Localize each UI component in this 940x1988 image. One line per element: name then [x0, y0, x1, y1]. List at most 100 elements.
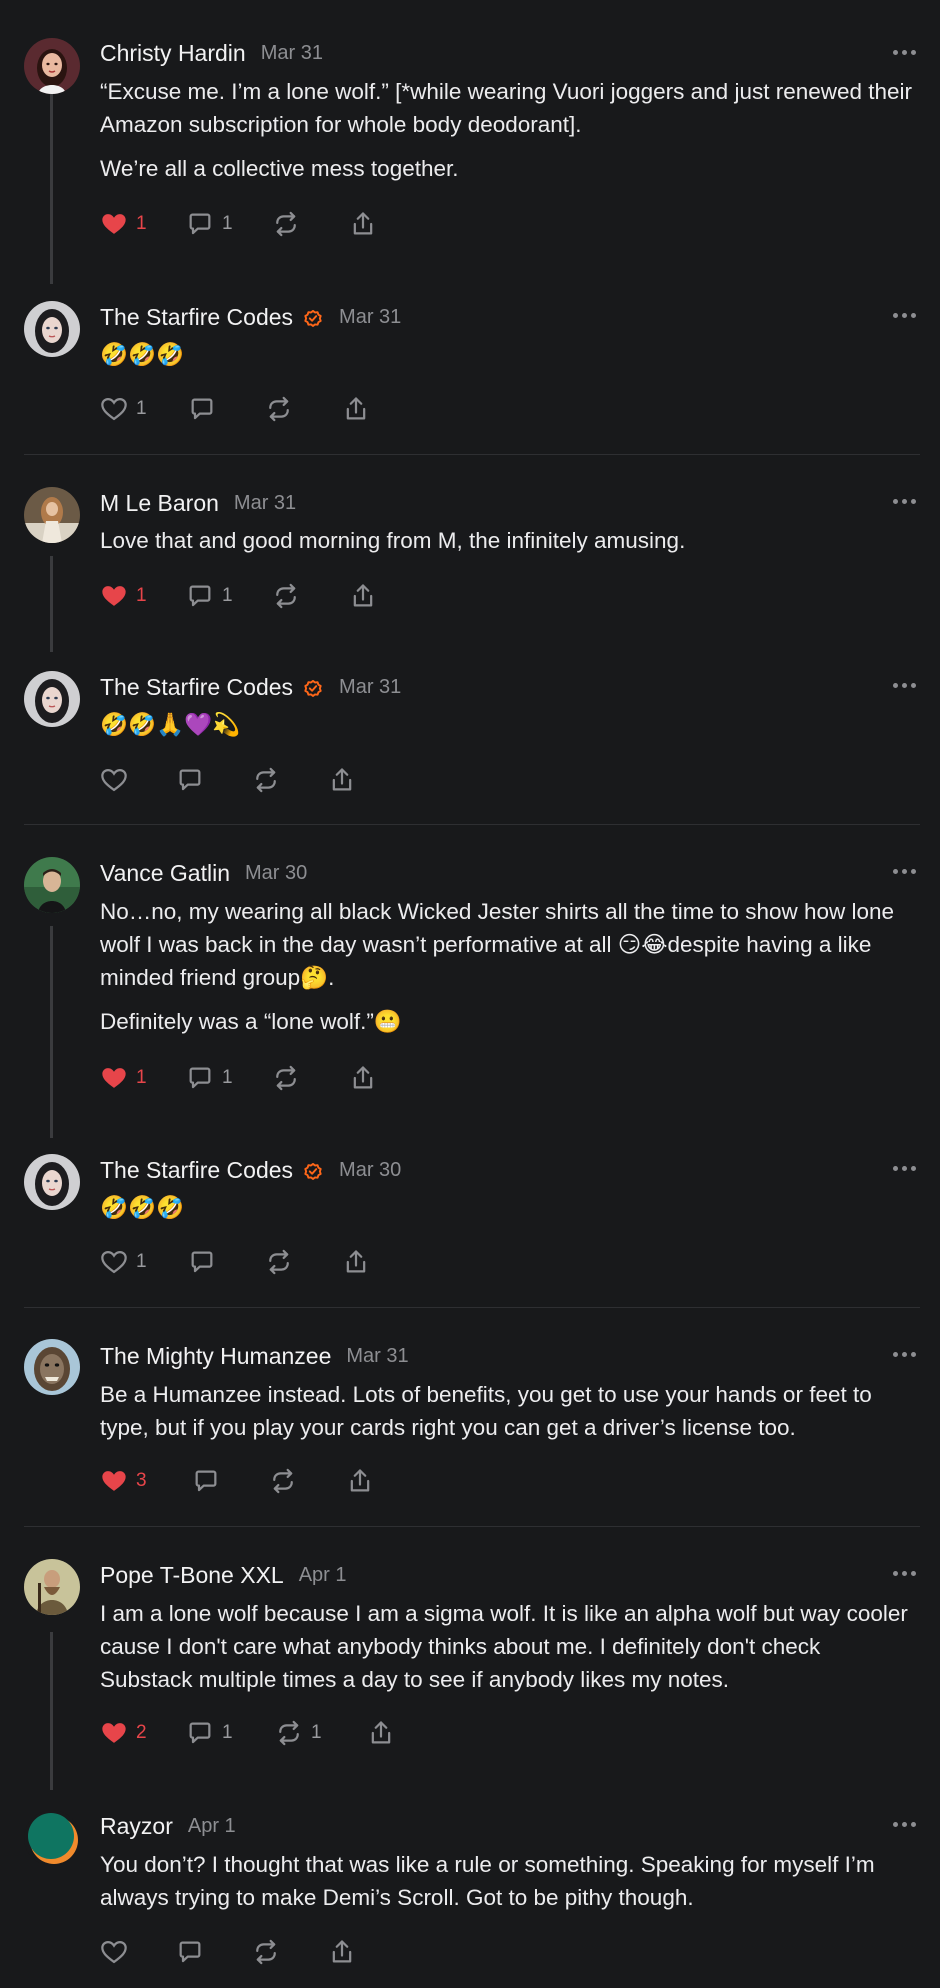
thread-line	[50, 556, 53, 652]
post-actions: 1	[100, 1248, 370, 1276]
avatar[interactable]	[24, 1810, 80, 1866]
restack-button[interactable]	[265, 1248, 342, 1276]
post-date[interactable]: Mar 31	[346, 1345, 408, 1368]
post-date[interactable]: Mar 31	[339, 676, 401, 699]
post-body: “Excuse me. I’m a lone wolf.” [*while we…	[100, 75, 915, 196]
author-name[interactable]: M Le Baron	[100, 490, 219, 517]
more-icon[interactable]	[893, 1822, 916, 1827]
avatar[interactable]	[24, 38, 80, 94]
avatar[interactable]	[24, 671, 80, 727]
post-header: Rayzor Apr 1	[100, 1813, 236, 1840]
share-button[interactable]	[346, 1467, 374, 1495]
restack-button[interactable]	[272, 582, 349, 610]
more-icon[interactable]	[893, 869, 916, 874]
restack-icon	[272, 1064, 300, 1092]
post-text: Love that and good morning from M, the i…	[100, 528, 686, 553]
restack-button[interactable]	[272, 1064, 349, 1092]
avatar[interactable]	[24, 1154, 80, 1210]
comment-button[interactable]: 1	[186, 582, 272, 610]
post-actions: 1 1	[100, 210, 377, 238]
more-icon[interactable]	[893, 1571, 916, 1576]
post-header: The Starfire Codes Mar 31	[100, 674, 401, 701]
share-button[interactable]	[349, 582, 377, 610]
share-button[interactable]	[367, 1719, 395, 1747]
share-button[interactable]	[328, 766, 356, 794]
avatar[interactable]	[24, 487, 80, 543]
like-button[interactable]: 1	[100, 395, 188, 423]
post-body: 🤣🤣🙏💜💫	[100, 708, 915, 752]
like-count: 2	[136, 1722, 147, 1743]
author-name[interactable]: Rayzor	[100, 1813, 173, 1840]
restack-button[interactable]	[252, 1938, 328, 1966]
comment-button[interactable]	[192, 1467, 269, 1495]
more-icon[interactable]	[893, 1352, 916, 1357]
post-date[interactable]: Apr 1	[299, 1564, 347, 1587]
author-name[interactable]: Pope T-Bone XXL	[100, 1562, 284, 1589]
post-text: Be a Humanzee instead. Lots of benefits,…	[100, 1382, 872, 1440]
restack-button[interactable]	[272, 210, 349, 238]
restack-icon	[275, 1719, 303, 1747]
avatar[interactable]	[24, 1339, 80, 1395]
restack-icon	[272, 582, 300, 610]
share-button[interactable]	[328, 1938, 356, 1966]
comment-button[interactable]: 1	[186, 210, 272, 238]
comment-count: 1	[222, 213, 233, 234]
post-actions: 1 1	[100, 582, 377, 610]
post-body: I am a lone wolf because I am a sigma wo…	[100, 1597, 915, 1707]
share-button[interactable]	[349, 1064, 377, 1092]
like-button[interactable]: 1	[100, 210, 186, 238]
author-name[interactable]: The Mighty Humanzee	[100, 1343, 331, 1370]
comment-button[interactable]	[176, 766, 252, 794]
more-icon[interactable]	[893, 499, 916, 504]
share-icon	[349, 210, 377, 238]
post-date[interactable]: Mar 30	[245, 862, 307, 885]
share-icon	[328, 1938, 356, 1966]
post-date[interactable]: Mar 30	[339, 1159, 401, 1182]
post-date[interactable]: Mar 31	[234, 492, 296, 515]
avatar[interactable]	[24, 857, 80, 913]
author-name[interactable]: The Starfire Codes	[100, 304, 293, 331]
post-text: “Excuse me. I’m a lone wolf.” [*while we…	[100, 79, 913, 137]
post-body: 🤣🤣🤣	[100, 1191, 915, 1235]
post-actions: 1	[100, 395, 370, 423]
restack-button[interactable]	[252, 766, 328, 794]
comment-button[interactable]: 1	[186, 1719, 275, 1747]
like-count: 1	[136, 1067, 147, 1088]
post-body: Love that and good morning from M, the i…	[100, 524, 915, 568]
verified-check-icon	[302, 307, 324, 329]
more-icon[interactable]	[893, 50, 916, 55]
share-button[interactable]	[349, 210, 377, 238]
author-name[interactable]: Vance Gatlin	[100, 860, 230, 887]
restack-button[interactable]	[269, 1467, 346, 1495]
post-date[interactable]: Apr 1	[188, 1815, 236, 1838]
avatar[interactable]	[24, 301, 80, 357]
comment-button[interactable]	[176, 1938, 252, 1966]
comment-button[interactable]	[188, 1248, 265, 1276]
author-name[interactable]: The Starfire Codes	[100, 1157, 293, 1184]
share-button[interactable]	[342, 1248, 370, 1276]
more-icon[interactable]	[893, 683, 916, 688]
post-date[interactable]: Mar 31	[339, 306, 401, 329]
comment-count: 1	[222, 1067, 233, 1088]
like-button[interactable]: 2	[100, 1719, 186, 1747]
like-button[interactable]	[100, 766, 176, 794]
like-button[interactable]: 1	[100, 582, 186, 610]
more-icon[interactable]	[893, 1166, 916, 1171]
share-button[interactable]	[342, 395, 370, 423]
like-button[interactable]: 1	[100, 1064, 186, 1092]
comment-button[interactable]	[188, 395, 265, 423]
author-name[interactable]: The Starfire Codes	[100, 674, 293, 701]
heart-icon	[100, 582, 128, 610]
restack-button[interactable]	[265, 395, 342, 423]
author-name[interactable]: Christy Hardin	[100, 40, 246, 67]
comment-icon	[192, 1467, 220, 1495]
restack-button[interactable]: 1	[275, 1719, 367, 1747]
avatar[interactable]	[24, 1559, 80, 1615]
more-icon[interactable]	[893, 313, 916, 318]
post-date[interactable]: Mar 31	[261, 42, 323, 65]
comment-button[interactable]: 1	[186, 1064, 272, 1092]
share-icon	[349, 582, 377, 610]
like-button[interactable]: 3	[100, 1467, 192, 1495]
like-button[interactable]	[100, 1938, 176, 1966]
like-button[interactable]: 1	[100, 1248, 188, 1276]
